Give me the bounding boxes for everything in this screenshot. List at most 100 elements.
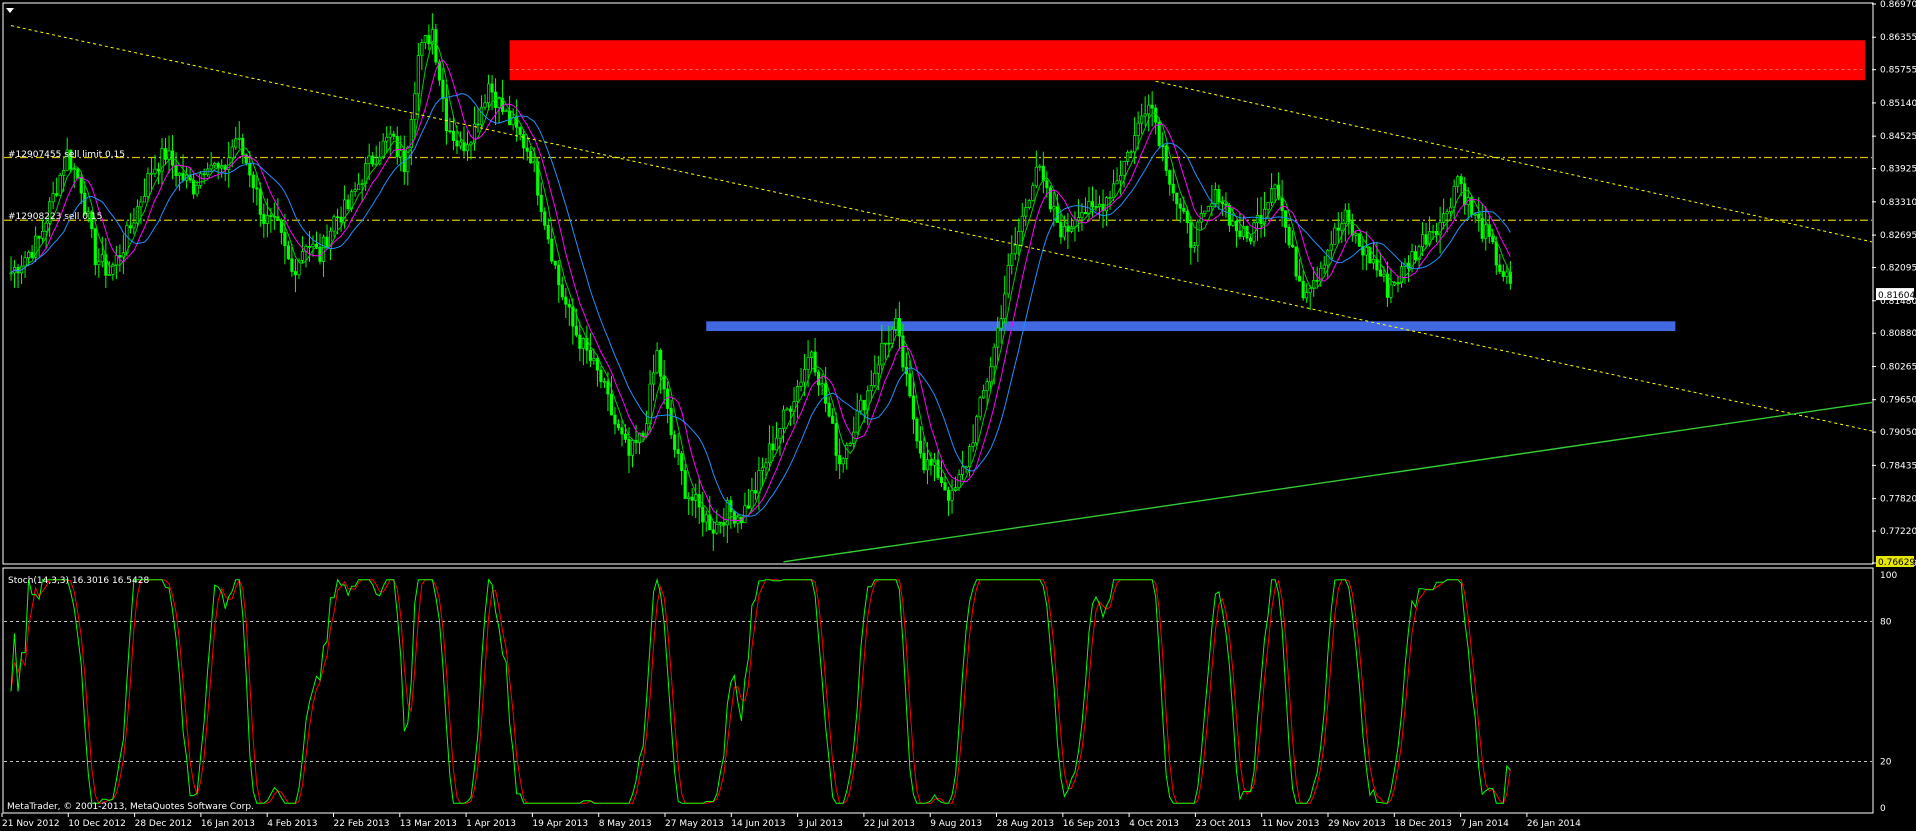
candle-body bbox=[248, 162, 252, 176]
candle-body bbox=[613, 414, 617, 425]
candle-body bbox=[802, 369, 807, 383]
candle-body bbox=[132, 222, 136, 229]
candle-body bbox=[241, 137, 245, 156]
candle-body bbox=[711, 529, 715, 534]
candle-body bbox=[476, 123, 480, 126]
candle-body bbox=[1385, 273, 1390, 298]
candle-body bbox=[848, 443, 852, 446]
candle-body bbox=[346, 199, 350, 210]
candle-body bbox=[1494, 241, 1498, 266]
candle-body bbox=[1389, 284, 1393, 298]
y-tick-label: 0.85140 bbox=[1880, 99, 1916, 109]
candle-body bbox=[1185, 210, 1189, 224]
candle-body bbox=[925, 459, 930, 471]
candle-body bbox=[385, 136, 389, 142]
candle-body bbox=[1396, 282, 1400, 284]
candle-body bbox=[1431, 231, 1435, 233]
candle-body bbox=[41, 230, 45, 239]
candle-body bbox=[62, 169, 66, 176]
candle-body bbox=[771, 443, 775, 451]
x-tick-label: 27 May 2013 bbox=[665, 819, 724, 829]
candle-body bbox=[1255, 215, 1260, 224]
candle-body bbox=[93, 228, 97, 265]
trading-chart[interactable]: 0.86970 0.86355 0.85755 0.85140 0.84525 0.839… bbox=[0, 0, 1916, 831]
candle-body bbox=[641, 432, 645, 437]
candle-body bbox=[518, 127, 522, 135]
candle-body bbox=[1136, 122, 1140, 137]
stoch-y-tick-label: 80 bbox=[1880, 618, 1892, 628]
candle-body bbox=[1456, 176, 1460, 187]
candle-body bbox=[1459, 176, 1463, 185]
candle-body bbox=[659, 350, 663, 377]
y-tick-label: 0.83925 bbox=[1880, 165, 1916, 175]
candle-body bbox=[543, 211, 547, 226]
candle-body bbox=[985, 381, 989, 391]
candle-body bbox=[156, 168, 161, 172]
candle-body bbox=[142, 196, 147, 203]
candle-body bbox=[1280, 197, 1284, 211]
candle-body bbox=[1203, 210, 1207, 214]
order-label-sell-limit: #12907455 sell limit 0.15 bbox=[8, 150, 125, 160]
candle-body bbox=[557, 264, 561, 286]
x-tick-label: 18 Dec 2013 bbox=[1394, 819, 1452, 829]
candle-body bbox=[30, 251, 34, 258]
candle-body bbox=[1073, 219, 1077, 228]
candle-body bbox=[1294, 246, 1298, 277]
candle-body bbox=[1354, 233, 1358, 236]
candle-body bbox=[936, 459, 940, 478]
candle-body bbox=[234, 138, 238, 148]
candle-body bbox=[135, 206, 140, 224]
candle-body bbox=[560, 284, 564, 298]
candle-body bbox=[820, 383, 824, 386]
candle-body bbox=[353, 189, 357, 192]
candle-body bbox=[1508, 271, 1512, 284]
candle-body bbox=[1248, 237, 1253, 242]
candle-body bbox=[1315, 280, 1319, 282]
candle-body bbox=[283, 232, 287, 247]
candle-body bbox=[975, 416, 979, 444]
stoch-y-tick-label: 100 bbox=[1880, 571, 1897, 581]
support-zone[interactable] bbox=[706, 321, 1676, 332]
x-tick-label: 16 Jan 2013 bbox=[201, 819, 255, 829]
y-tick-label: 0.83310 bbox=[1880, 198, 1916, 208]
candle-body bbox=[578, 334, 582, 349]
candle-body bbox=[1083, 211, 1088, 215]
resistance-zone[interactable] bbox=[509, 40, 1865, 81]
candle-body bbox=[321, 236, 326, 262]
stoch-y-tick-label: 20 bbox=[1880, 757, 1892, 767]
candle-body bbox=[1329, 243, 1333, 251]
candle-body bbox=[1224, 203, 1228, 206]
candle-body bbox=[251, 174, 255, 189]
candle-body bbox=[567, 303, 571, 308]
candle-body bbox=[300, 251, 305, 261]
candle-body bbox=[44, 222, 48, 232]
candle-body bbox=[718, 521, 722, 524]
candle-body bbox=[683, 470, 687, 499]
x-tick-label: 22 Jul 2013 bbox=[864, 819, 915, 829]
candle-body bbox=[1157, 121, 1161, 146]
candle-body bbox=[486, 83, 491, 104]
candle-body bbox=[862, 399, 866, 411]
candle-body bbox=[1003, 293, 1007, 319]
candle-body bbox=[1420, 234, 1425, 247]
candle-body bbox=[757, 470, 761, 494]
candle-body bbox=[595, 358, 599, 371]
candle-body bbox=[743, 505, 747, 524]
y-tick-label: 0.77220 bbox=[1880, 527, 1916, 537]
x-tick-label: 14 Jun 2013 bbox=[731, 819, 785, 829]
candle-body bbox=[1375, 259, 1379, 271]
candle-body bbox=[592, 358, 596, 361]
candle-body bbox=[602, 381, 607, 383]
candle-body bbox=[170, 150, 175, 166]
candle-body bbox=[177, 172, 182, 177]
candle-body bbox=[1178, 203, 1182, 209]
candle-body bbox=[1269, 188, 1274, 203]
candle-body bbox=[894, 318, 898, 330]
candle-body bbox=[1449, 206, 1453, 213]
candle-body bbox=[371, 155, 375, 165]
candle-body bbox=[701, 506, 705, 523]
x-tick-label: 23 Oct 2013 bbox=[1195, 819, 1251, 829]
candle-body bbox=[630, 440, 635, 456]
candle-body bbox=[609, 393, 614, 416]
candle-body bbox=[806, 357, 810, 370]
